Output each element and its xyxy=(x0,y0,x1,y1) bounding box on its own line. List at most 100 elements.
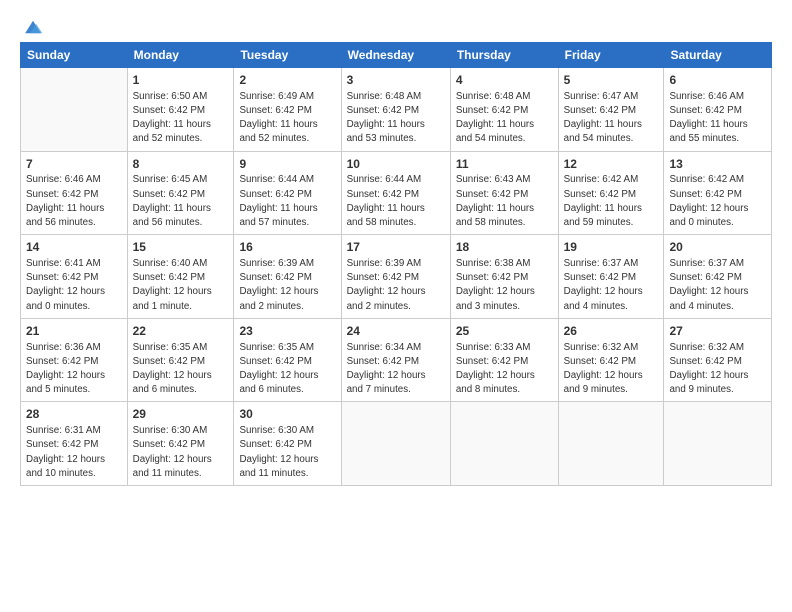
day-info: Sunrise: 6:43 AM Sunset: 6:42 PM Dayligh… xyxy=(456,173,553,230)
calendar-cell: 1Sunrise: 6:50 AM Sunset: 6:42 PM Daylig… xyxy=(127,68,234,152)
day-number: 16 xyxy=(239,239,335,256)
calendar-cell: 30Sunrise: 6:30 AM Sunset: 6:42 PM Dayli… xyxy=(234,402,341,486)
day-number: 24 xyxy=(347,323,445,340)
calendar: SundayMondayTuesdayWednesdayThursdayFrid… xyxy=(20,42,772,486)
day-info: Sunrise: 6:40 AM Sunset: 6:42 PM Dayligh… xyxy=(133,257,229,314)
calendar-cell: 4Sunrise: 6:48 AM Sunset: 6:42 PM Daylig… xyxy=(450,68,558,152)
calendar-cell: 3Sunrise: 6:48 AM Sunset: 6:42 PM Daylig… xyxy=(341,68,450,152)
day-info: Sunrise: 6:42 AM Sunset: 6:42 PM Dayligh… xyxy=(669,173,766,230)
calendar-cell: 29Sunrise: 6:30 AM Sunset: 6:42 PM Dayli… xyxy=(127,402,234,486)
day-number: 11 xyxy=(456,156,553,173)
calendar-cell: 5Sunrise: 6:47 AM Sunset: 6:42 PM Daylig… xyxy=(558,68,664,152)
calendar-cell: 15Sunrise: 6:40 AM Sunset: 6:42 PM Dayli… xyxy=(127,235,234,319)
calendar-week-row: 14Sunrise: 6:41 AM Sunset: 6:42 PM Dayli… xyxy=(21,235,772,319)
day-info: Sunrise: 6:35 AM Sunset: 6:42 PM Dayligh… xyxy=(239,341,335,398)
calendar-cell: 14Sunrise: 6:41 AM Sunset: 6:42 PM Dayli… xyxy=(21,235,128,319)
day-number: 20 xyxy=(669,239,766,256)
calendar-week-row: 28Sunrise: 6:31 AM Sunset: 6:42 PM Dayli… xyxy=(21,402,772,486)
calendar-week-row: 1Sunrise: 6:50 AM Sunset: 6:42 PM Daylig… xyxy=(21,68,772,152)
calendar-cell: 7Sunrise: 6:46 AM Sunset: 6:42 PM Daylig… xyxy=(21,151,128,235)
calendar-cell: 16Sunrise: 6:39 AM Sunset: 6:42 PM Dayli… xyxy=(234,235,341,319)
day-info: Sunrise: 6:48 AM Sunset: 6:42 PM Dayligh… xyxy=(347,90,445,147)
day-info: Sunrise: 6:35 AM Sunset: 6:42 PM Dayligh… xyxy=(133,341,229,398)
calendar-cell xyxy=(21,68,128,152)
calendar-cell: 8Sunrise: 6:45 AM Sunset: 6:42 PM Daylig… xyxy=(127,151,234,235)
day-number: 27 xyxy=(669,323,766,340)
calendar-week-row: 7Sunrise: 6:46 AM Sunset: 6:42 PM Daylig… xyxy=(21,151,772,235)
day-number: 8 xyxy=(133,156,229,173)
calendar-cell: 28Sunrise: 6:31 AM Sunset: 6:42 PM Dayli… xyxy=(21,402,128,486)
day-number: 30 xyxy=(239,406,335,423)
day-info: Sunrise: 6:46 AM Sunset: 6:42 PM Dayligh… xyxy=(669,90,766,147)
day-info: Sunrise: 6:32 AM Sunset: 6:42 PM Dayligh… xyxy=(669,341,766,398)
calendar-cell: 11Sunrise: 6:43 AM Sunset: 6:42 PM Dayli… xyxy=(450,151,558,235)
day-number: 21 xyxy=(26,323,122,340)
calendar-cell xyxy=(450,402,558,486)
day-number: 1 xyxy=(133,72,229,89)
calendar-cell: 20Sunrise: 6:37 AM Sunset: 6:42 PM Dayli… xyxy=(664,235,772,319)
logo-icon xyxy=(22,16,44,38)
calendar-cell: 19Sunrise: 6:37 AM Sunset: 6:42 PM Dayli… xyxy=(558,235,664,319)
page: SundayMondayTuesdayWednesdayThursdayFrid… xyxy=(0,0,792,496)
day-info: Sunrise: 6:48 AM Sunset: 6:42 PM Dayligh… xyxy=(456,90,553,147)
logo xyxy=(20,18,44,34)
day-info: Sunrise: 6:34 AM Sunset: 6:42 PM Dayligh… xyxy=(347,341,445,398)
header xyxy=(20,18,772,34)
weekday-header: Friday xyxy=(558,43,664,68)
weekday-header: Tuesday xyxy=(234,43,341,68)
day-info: Sunrise: 6:31 AM Sunset: 6:42 PM Dayligh… xyxy=(26,424,122,481)
day-number: 4 xyxy=(456,72,553,89)
day-info: Sunrise: 6:30 AM Sunset: 6:42 PM Dayligh… xyxy=(239,424,335,481)
day-number: 13 xyxy=(669,156,766,173)
day-number: 2 xyxy=(239,72,335,89)
day-info: Sunrise: 6:37 AM Sunset: 6:42 PM Dayligh… xyxy=(564,257,659,314)
calendar-cell: 27Sunrise: 6:32 AM Sunset: 6:42 PM Dayli… xyxy=(664,318,772,402)
day-number: 7 xyxy=(26,156,122,173)
day-info: Sunrise: 6:46 AM Sunset: 6:42 PM Dayligh… xyxy=(26,173,122,230)
day-number: 23 xyxy=(239,323,335,340)
day-number: 28 xyxy=(26,406,122,423)
day-info: Sunrise: 6:44 AM Sunset: 6:42 PM Dayligh… xyxy=(239,173,335,230)
calendar-cell: 21Sunrise: 6:36 AM Sunset: 6:42 PM Dayli… xyxy=(21,318,128,402)
calendar-cell xyxy=(664,402,772,486)
calendar-cell xyxy=(558,402,664,486)
day-info: Sunrise: 6:47 AM Sunset: 6:42 PM Dayligh… xyxy=(564,90,659,147)
calendar-week-row: 21Sunrise: 6:36 AM Sunset: 6:42 PM Dayli… xyxy=(21,318,772,402)
weekday-header: Sunday xyxy=(21,43,128,68)
calendar-cell: 2Sunrise: 6:49 AM Sunset: 6:42 PM Daylig… xyxy=(234,68,341,152)
day-info: Sunrise: 6:38 AM Sunset: 6:42 PM Dayligh… xyxy=(456,257,553,314)
day-info: Sunrise: 6:49 AM Sunset: 6:42 PM Dayligh… xyxy=(239,90,335,147)
day-number: 10 xyxy=(347,156,445,173)
weekday-header: Monday xyxy=(127,43,234,68)
calendar-cell: 23Sunrise: 6:35 AM Sunset: 6:42 PM Dayli… xyxy=(234,318,341,402)
calendar-cell: 18Sunrise: 6:38 AM Sunset: 6:42 PM Dayli… xyxy=(450,235,558,319)
day-info: Sunrise: 6:30 AM Sunset: 6:42 PM Dayligh… xyxy=(133,424,229,481)
day-number: 19 xyxy=(564,239,659,256)
day-info: Sunrise: 6:32 AM Sunset: 6:42 PM Dayligh… xyxy=(564,341,659,398)
day-number: 12 xyxy=(564,156,659,173)
day-info: Sunrise: 6:41 AM Sunset: 6:42 PM Dayligh… xyxy=(26,257,122,314)
calendar-cell: 12Sunrise: 6:42 AM Sunset: 6:42 PM Dayli… xyxy=(558,151,664,235)
calendar-cell: 17Sunrise: 6:39 AM Sunset: 6:42 PM Dayli… xyxy=(341,235,450,319)
weekday-header: Thursday xyxy=(450,43,558,68)
day-info: Sunrise: 6:44 AM Sunset: 6:42 PM Dayligh… xyxy=(347,173,445,230)
calendar-cell: 25Sunrise: 6:33 AM Sunset: 6:42 PM Dayli… xyxy=(450,318,558,402)
calendar-cell: 9Sunrise: 6:44 AM Sunset: 6:42 PM Daylig… xyxy=(234,151,341,235)
day-info: Sunrise: 6:37 AM Sunset: 6:42 PM Dayligh… xyxy=(669,257,766,314)
day-number: 26 xyxy=(564,323,659,340)
weekday-header: Wednesday xyxy=(341,43,450,68)
day-info: Sunrise: 6:42 AM Sunset: 6:42 PM Dayligh… xyxy=(564,173,659,230)
day-number: 3 xyxy=(347,72,445,89)
calendar-cell: 6Sunrise: 6:46 AM Sunset: 6:42 PM Daylig… xyxy=(664,68,772,152)
day-info: Sunrise: 6:39 AM Sunset: 6:42 PM Dayligh… xyxy=(347,257,445,314)
day-number: 17 xyxy=(347,239,445,256)
day-number: 18 xyxy=(456,239,553,256)
calendar-header-row: SundayMondayTuesdayWednesdayThursdayFrid… xyxy=(21,43,772,68)
day-number: 15 xyxy=(133,239,229,256)
calendar-cell: 13Sunrise: 6:42 AM Sunset: 6:42 PM Dayli… xyxy=(664,151,772,235)
weekday-header: Saturday xyxy=(664,43,772,68)
day-number: 25 xyxy=(456,323,553,340)
calendar-cell: 24Sunrise: 6:34 AM Sunset: 6:42 PM Dayli… xyxy=(341,318,450,402)
day-number: 6 xyxy=(669,72,766,89)
day-info: Sunrise: 6:39 AM Sunset: 6:42 PM Dayligh… xyxy=(239,257,335,314)
